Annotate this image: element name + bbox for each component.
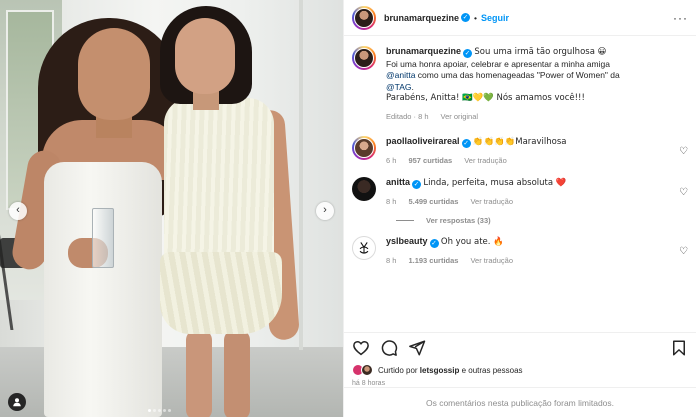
- verified-badge-icon: ✓: [429, 239, 439, 248]
- comment-text: Oh you ate. 🔥: [440, 237, 504, 247]
- comment-likes-count[interactable]: 1.193 curtidas: [408, 255, 458, 267]
- comment-likes-count[interactable]: 957 curtidas: [408, 155, 452, 167]
- ysl-logo-icon: [359, 242, 369, 254]
- see-translation-link[interactable]: Ver tradução: [464, 155, 507, 167]
- post-sidebar: brunamarquezine ✓ • Seguir ··· brunamarq…: [343, 0, 696, 417]
- liked-by-prefix: Curtido por: [378, 365, 420, 375]
- post-viewer: ‹ › brunamarquezine ✓ • Seguir ··· bruna…: [0, 0, 696, 417]
- like-comment-heart-icon[interactable]: ♡: [679, 246, 688, 257]
- verified-badge-icon: ✓: [463, 49, 473, 58]
- post-timestamp: há 8 horas: [352, 380, 386, 387]
- commenter-avatar[interactable]: [352, 136, 376, 160]
- commenter-avatar[interactable]: [352, 236, 376, 260]
- caption-edited-time: Editado · 8 h: [386, 111, 429, 121]
- liked-by-row[interactable]: Curtido por letsgossip e outras pessoas: [344, 362, 696, 376]
- like-comment-heart-icon[interactable]: ♡: [679, 187, 688, 198]
- more-options-icon[interactable]: ···: [673, 11, 688, 25]
- comment-item: yslbeauty ✓ Oh you ate. 🔥 8 h 1.193 curti…: [352, 236, 688, 266]
- carousel-dot: [153, 409, 156, 412]
- caption-line: Foi uma honra apoiar, celebrar e apresen…: [386, 58, 610, 69]
- save-bookmark-icon[interactable]: [670, 339, 688, 357]
- mention-link[interactable]: @TAG: [386, 82, 411, 92]
- background-doorframe: [299, 0, 303, 350]
- separator-dot: •: [474, 12, 477, 23]
- share-send-icon[interactable]: [408, 339, 426, 357]
- comments-list: brunamarquezine ✓ Sou uma irmã tão orgulh…: [344, 36, 696, 332]
- comments-limited-notice: Os comentários nesta publicação foram li…: [344, 387, 696, 417]
- comment-time: 8 h: [386, 196, 397, 206]
- caption-line: Sou uma irmã tão orgulhosa 😀: [474, 47, 607, 57]
- tagged-users-icon[interactable]: [8, 393, 26, 411]
- author-username[interactable]: brunamarquezine: [384, 13, 459, 23]
- verified-badge-icon: ✓: [412, 180, 422, 189]
- caption-line: Parabéns, Anitta! 🇧🇷💛💚 Nós amamos você!!…: [386, 93, 585, 103]
- carousel-dot: [168, 409, 171, 412]
- award-trophy: [92, 208, 114, 268]
- see-original-link[interactable]: Ver original: [441, 111, 479, 123]
- comment-item: paollaoliveirareal ✓ 👏👏👏👏Maravilhosa 6 h …: [352, 136, 688, 166]
- liker-avatar: [361, 364, 373, 376]
- author-avatar[interactable]: [352, 5, 376, 30]
- carousel-dot: [158, 409, 161, 412]
- author-avatar[interactable]: [352, 46, 376, 70]
- follow-button[interactable]: Seguir: [481, 13, 509, 23]
- post-header: brunamarquezine ✓ • Seguir ···: [344, 0, 696, 36]
- person-left-face: [78, 28, 150, 120]
- comment-time: 8 h: [386, 255, 397, 265]
- caption-line: como uma das homenageadas "Power of Wome…: [415, 70, 620, 80]
- commenter-avatar[interactable]: [352, 177, 376, 201]
- caption-username[interactable]: brunamarquezine: [386, 46, 461, 56]
- comment-text: 👏👏👏👏Maravilhosa: [472, 137, 567, 147]
- person-right-skirt: [160, 252, 282, 334]
- post-photo[interactable]: ‹ ›: [0, 0, 343, 417]
- like-comment-heart-icon[interactable]: ♡: [679, 146, 688, 157]
- comment-bubble-icon[interactable]: [380, 339, 398, 357]
- commenter-username[interactable]: yslbeauty: [386, 236, 428, 246]
- comment-time: 6 h: [386, 155, 397, 165]
- liked-by-user-link[interactable]: letsgossip: [420, 366, 460, 375]
- caption-line: .: [411, 81, 414, 92]
- person-right-leg: [186, 330, 212, 417]
- commenter-username[interactable]: paollaoliveirareal: [386, 136, 460, 146]
- carousel-dots: [148, 409, 171, 412]
- comment-text: Linda, perfeita, musa absoluta ❤️: [423, 178, 567, 188]
- mention-link[interactable]: @anitta: [386, 70, 415, 80]
- person-left-dress: [44, 162, 162, 417]
- replies-divider: [396, 220, 414, 221]
- person-right-top: [164, 98, 274, 268]
- view-replies-button[interactable]: Ver respostas (33): [396, 216, 688, 225]
- see-translation-link[interactable]: Ver tradução: [470, 196, 513, 208]
- view-replies-label[interactable]: Ver respostas (33): [426, 216, 491, 225]
- comment-likes-count[interactable]: 5.499 curtidas: [408, 196, 458, 208]
- post-actions-bar: [344, 332, 696, 362]
- commenter-username[interactable]: anitta: [386, 177, 410, 187]
- like-heart-icon[interactable]: [352, 339, 370, 357]
- post-caption: brunamarquezine ✓ Sou uma irmã tão orgulh…: [352, 46, 688, 122]
- liked-by-suffix: e outras pessoas: [459, 365, 523, 375]
- verified-badge-icon: ✓: [461, 13, 471, 22]
- carousel-dot: [148, 409, 151, 412]
- comment-item: anitta ✓ Linda, perfeita, musa absoluta ❤…: [352, 177, 688, 207]
- verified-badge-icon: ✓: [461, 139, 471, 148]
- person-right-leg: [224, 330, 250, 417]
- see-translation-link[interactable]: Ver tradução: [470, 255, 513, 267]
- person-right-face: [175, 18, 235, 94]
- next-slide-button[interactable]: ›: [316, 202, 334, 220]
- previous-slide-button[interactable]: ‹: [9, 202, 27, 220]
- carousel-dot: [163, 409, 166, 412]
- user-icon: [13, 398, 21, 407]
